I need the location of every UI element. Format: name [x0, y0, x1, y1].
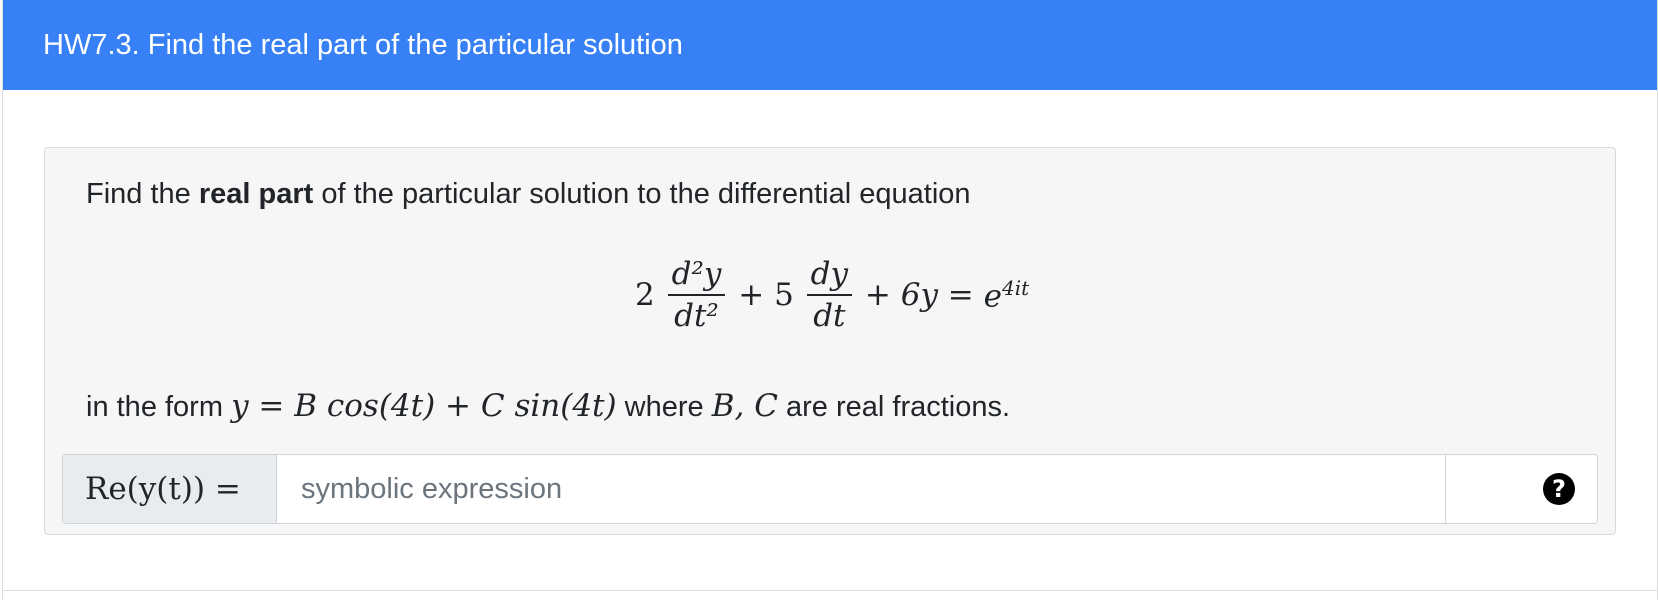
answer-input[interactable]	[277, 455, 1445, 523]
form-vars: B, C	[711, 388, 778, 424]
form-instruction: in the form y = B cos(4t) + C sin(4t) wh…	[86, 388, 1010, 424]
help-area: ?	[1445, 455, 1597, 523]
form-prefix: in the form	[86, 391, 232, 423]
question-panel: Find the real part of the particular sol…	[44, 147, 1616, 535]
card-bottom-divider	[3, 590, 1657, 591]
question-title: HW7.3. Find the real part of the particu…	[43, 29, 683, 61]
eq-frac2-denominator: dt	[813, 298, 846, 334]
prompt-prefix: Find the	[86, 178, 199, 210]
question-card: HW7.3. Find the real part of the particu…	[2, 0, 1658, 600]
card-header: HW7.3. Find the real part of the particu…	[3, 0, 1657, 90]
eq-frac1-numerator: d²y	[667, 256, 726, 296]
form-suffix: are real fractions.	[777, 391, 1011, 423]
eq-frac-first-derivative: dy dt	[806, 256, 853, 334]
prompt-suffix: of the particular solution to the differ…	[313, 178, 971, 210]
form-where: where	[616, 391, 712, 423]
eq-rhs-base: e	[983, 278, 1003, 315]
answer-label: Re(y(t)) =	[63, 455, 277, 523]
question-circle-icon[interactable]: ?	[1543, 473, 1575, 505]
eq-rest: + 6y =	[864, 277, 974, 313]
question-prompt: Find the real part of the particular sol…	[86, 178, 971, 211]
eq-frac1-denominator: dt²	[674, 298, 719, 334]
eq-coef1: 2	[635, 277, 655, 313]
eq-frac2-numerator: dy	[806, 256, 853, 296]
eq-plus-coef2: + 5	[738, 277, 794, 313]
eq-rhs-exponent: 4it	[1002, 275, 1030, 300]
answer-input-group: Re(y(t)) = ?	[62, 454, 1598, 524]
differential-equation: 2 d²y dt² + 5 dy dt + 6y = e4it	[635, 256, 1029, 356]
form-math: y = B cos(4t) + C sin(4t)	[231, 388, 617, 424]
prompt-bold: real part	[198, 178, 314, 210]
eq-rhs: e4it	[984, 276, 1030, 314]
eq-frac-second-derivative: d²y dt²	[667, 256, 726, 334]
